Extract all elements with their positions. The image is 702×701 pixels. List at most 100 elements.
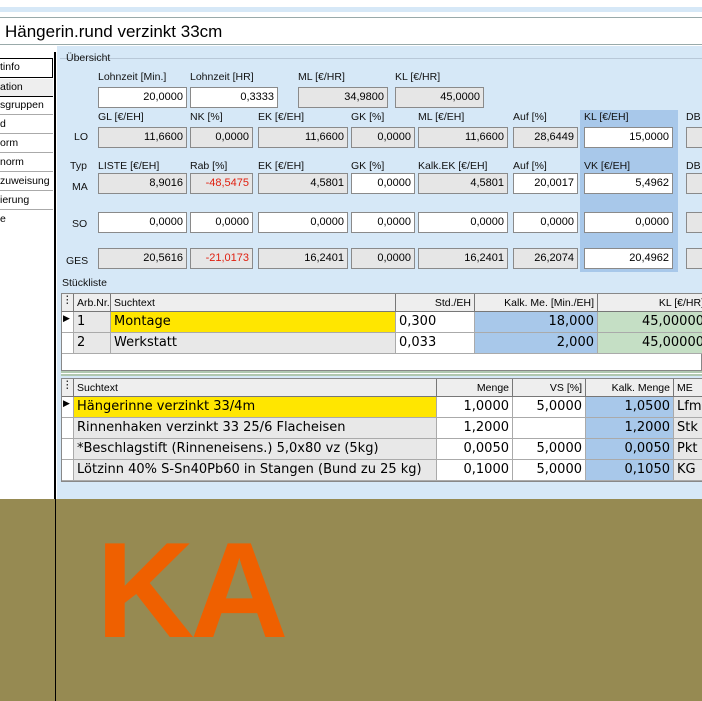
table-cell[interactable]: Rinnenhaken verzinkt 33 25/6 Flacheisen <box>74 418 437 439</box>
field-label: Auf [%] <box>513 160 547 172</box>
ges-field[interactable]: 20,4962 <box>584 248 673 269</box>
sidebar-tab-kalkulation[interactable]: ation <box>0 79 53 97</box>
so-field[interactable]: 0,0000 <box>190 212 253 233</box>
sidebar-item[interactable]: d <box>0 116 53 134</box>
table-cell[interactable]: 18,000 <box>475 312 598 333</box>
lo-field[interactable]: 15,0000 <box>584 127 673 148</box>
col-suchtext[interactable]: Suchtext <box>74 379 437 397</box>
so-field[interactable]: 0,0000 <box>98 212 187 233</box>
field-label: VK [€/EH] <box>584 160 631 172</box>
col-kalk-me[interactable]: Kalk. Me. [Min./EH] <box>475 294 598 312</box>
col-kalk-menge[interactable]: Kalk. Menge <box>586 379 674 397</box>
table-cell[interactable]: 1,0500 <box>586 397 674 418</box>
table-cell[interactable]: Werkstatt <box>111 333 396 354</box>
field-label: Kalk.EK [€/EH] <box>418 160 488 172</box>
table-cell[interactable]: 5,0000 <box>513 439 586 460</box>
stueckliste-label: Stückliste <box>62 277 107 289</box>
col-std[interactable]: Std./EH <box>396 294 475 312</box>
table-cell[interactable]: 0,1000 <box>437 460 513 481</box>
sidebar-item[interactable]: orm <box>0 135 53 153</box>
field-input[interactable]: 0,3333 <box>190 87 278 108</box>
table-cell[interactable]: 5,0000 <box>513 397 586 418</box>
col-menge[interactable]: Menge <box>437 379 513 397</box>
sidebar-tab-info[interactable]: tinfo <box>0 58 53 78</box>
table-cell[interactable]: 1,2000 <box>586 418 674 439</box>
sidebar-item[interactable]: norm <box>0 154 53 172</box>
table-cell[interactable]: 1,2000 <box>437 418 513 439</box>
row-indicator-icon: ▶ <box>62 312 74 333</box>
ges-field: 16,2401 <box>418 248 508 269</box>
row-indicator-icon: ▶ <box>62 397 74 418</box>
sidebar: tinfo ation sgruppen d orm norm zuweisun… <box>0 52 56 501</box>
column-menu-icon[interactable]: ⋮ <box>62 294 74 312</box>
splitter[interactable] <box>61 371 702 376</box>
col-kl[interactable]: KL [€/HR] <box>598 294 702 312</box>
so-field[interactable]: 0,0000 <box>258 212 348 233</box>
table-cell[interactable]: 1 <box>74 312 111 333</box>
table-cell[interactable]: Pkt <box>674 439 702 460</box>
column-menu-icon[interactable]: ⋮ <box>62 379 74 397</box>
field-label: EK [€/EH] <box>258 160 305 172</box>
field-input[interactable]: 20,0000 <box>98 87 187 108</box>
col-suchtext[interactable]: Suchtext <box>111 294 396 312</box>
row-indicator-icon <box>62 418 74 439</box>
table-cell[interactable]: 0,0050 <box>586 439 674 460</box>
table-cell[interactable]: Lötzinn 40% S-Sn40Pb60 in Stangen (Bund … <box>74 460 437 481</box>
ges-field: 26,2074 <box>513 248 578 269</box>
table-cell[interactable]: 0,0050 <box>437 439 513 460</box>
field-input: 45,0000 <box>395 87 484 108</box>
row-label-ges: GES <box>66 255 89 267</box>
table-row[interactable]: ▶ Hängerinne verzinkt 33/4m 1,0000 5,0000 1,… <box>62 397 702 418</box>
sidebar-item[interactable]: e <box>0 211 53 229</box>
divider <box>55 499 56 701</box>
so-field[interactable]: 0,0000 <box>418 212 508 233</box>
table-cell[interactable]: *Beschlagstift (Rinneneisens.) 5,0x80 vz… <box>74 439 437 460</box>
ka-logo: KA <box>96 514 288 666</box>
overview-group-label: Übersicht <box>66 52 111 64</box>
field-label: LISTE [€/EH] <box>98 160 160 172</box>
ges-field: 20,5616 <box>98 248 187 269</box>
table-cell[interactable] <box>513 418 586 439</box>
db-field <box>686 248 702 269</box>
lo-field: 0,0000 <box>190 127 253 148</box>
table-cell[interactable]: 2,000 <box>475 333 598 354</box>
so-field[interactable]: 0,0000 <box>351 212 415 233</box>
table-cell[interactable]: 0,033 <box>396 333 475 354</box>
table-cell[interactable]: 5,0000 <box>513 460 586 481</box>
table-cell[interactable]: 0,300 <box>396 312 475 333</box>
ma-field[interactable]: 0,0000 <box>351 173 415 194</box>
table-cell[interactable]: Stk <box>674 418 702 439</box>
table-cell[interactable]: Hängerinne verzinkt 33/4m <box>74 397 437 418</box>
db-field <box>686 212 702 233</box>
sidebar-item[interactable]: ierung <box>0 192 53 210</box>
table-cell[interactable]: 45,00000 <box>598 312 702 333</box>
sidebar-item[interactable]: zuweisung <box>0 173 53 191</box>
so-field[interactable]: 0,0000 <box>584 212 673 233</box>
table-row[interactable]: ▶ 1 Montage 0,300 18,000 45,00000 <box>62 312 702 333</box>
table-cell[interactable]: KG <box>674 460 702 481</box>
col-vs[interactable]: VS [%] <box>513 379 586 397</box>
field-label: Auf [%] <box>513 111 547 123</box>
col-me[interactable]: ME <box>674 379 702 397</box>
table-row[interactable]: *Beschlagstift (Rinneneisens.) 5,0x80 vz… <box>62 439 702 460</box>
table-row[interactable]: 2 Werkstatt 0,033 2,000 45,00000 <box>62 333 702 354</box>
ma-field[interactable]: 5,4962 <box>584 173 673 194</box>
table-cell[interactable]: 0,1050 <box>586 460 674 481</box>
table-header: ⋮ Suchtext Menge VS [%] Kalk. Menge ME <box>62 379 702 397</box>
table-cell[interactable]: Montage <box>111 312 396 333</box>
ma-field[interactable]: 20,0017 <box>513 173 578 194</box>
row-label-so: SO <box>72 218 88 230</box>
table-cell[interactable]: 2 <box>74 333 111 354</box>
ges-field: 0,0000 <box>351 248 415 269</box>
lo-field: 11,6600 <box>98 127 187 148</box>
col-arbnr[interactable]: Arb.Nr. <box>74 294 111 312</box>
so-field[interactable]: 0,0000 <box>513 212 578 233</box>
field-label: GK [%] <box>351 160 385 172</box>
field-label: DB <box>686 160 701 172</box>
table-cell[interactable]: 1,0000 <box>437 397 513 418</box>
table-cell[interactable]: Lfm <box>674 397 702 418</box>
table-row[interactable]: Lötzinn 40% S-Sn40Pb60 in Stangen (Bund … <box>62 460 702 481</box>
table-row[interactable]: Rinnenhaken verzinkt 33 25/6 Flacheisen 1… <box>62 418 702 439</box>
sidebar-item[interactable]: sgruppen <box>0 97 53 115</box>
table-cell[interactable]: 45,00000 <box>598 333 702 354</box>
